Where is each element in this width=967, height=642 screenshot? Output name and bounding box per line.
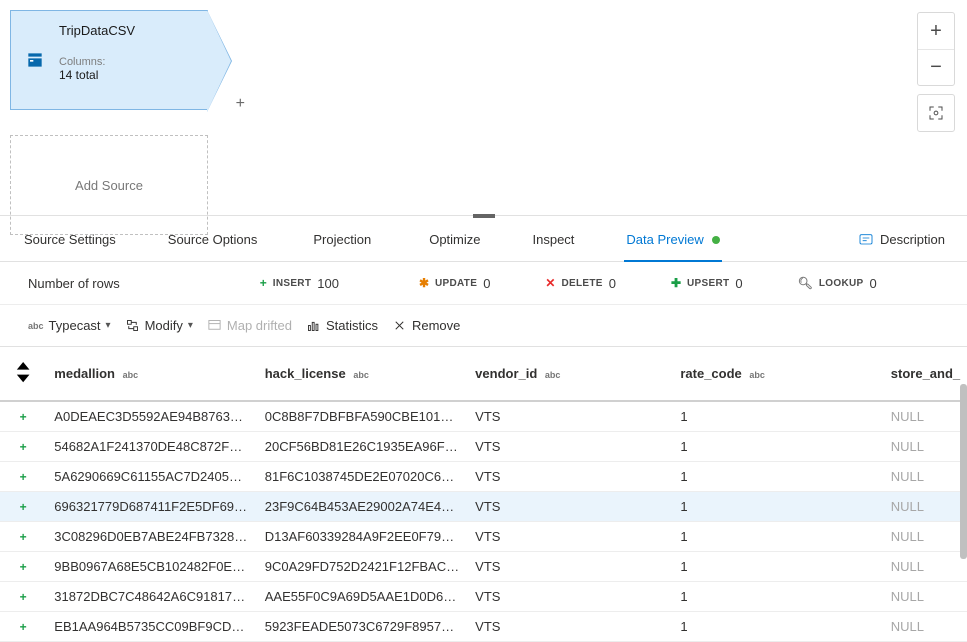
cell-medallion: 54682A1F241370DE48C872FE… [46,432,256,462]
cell-rate-code: 1 [672,432,882,462]
cell-hack-license: 0C8B8F7DBFBFA590CBE10177… [257,401,467,432]
tab-optimize[interactable]: Optimize [427,218,482,261]
stat-delete: ✕ DELETE 0 [545,276,616,291]
source-node[interactable]: TripDataCSV Columns: 14 total + [10,10,208,110]
table-row[interactable]: +696321779D687411F2E5DF69…23F9C64B453AE2… [0,492,967,522]
cell-medallion: 5A6290669C61155AC7D2405… [46,462,256,492]
statistics-button[interactable]: Statistics [306,318,378,333]
insert-icon: + [20,410,27,424]
insert-icon: + [20,500,27,514]
cell-hack-license: D13AF60339284A9F2EE0F791… [257,522,467,552]
cell-rate-code: 1 [672,401,882,432]
tab-inspect[interactable]: Inspect [531,218,577,261]
insert-icon: + [20,560,27,574]
cell-vendor-id: VTS [467,492,672,522]
table-row[interactable]: + EB1AA964B5735CC09BF9CD4…5923FEADE5073C6… [0,612,967,642]
cell-vendor-id: VTS [467,401,672,432]
cell-rate-code: 1 [672,492,882,522]
cell-store: NULL [883,522,967,552]
cell-rate-code: 1 [672,612,882,642]
cell-store: NULL [883,492,967,522]
preview-toolbar: abc Typecast ▾ Modify ▾ Map drifted Stat… [0,304,967,346]
live-indicator-icon [712,236,720,244]
source-icon [11,11,59,109]
zoom-in-button[interactable]: + [918,13,954,49]
cell-store: NULL [883,612,967,642]
col-medallion[interactable]: medallion abc [46,347,256,401]
tab-projection[interactable]: Projection [311,218,373,261]
cell-store: NULL [883,401,967,432]
scrollbar-thumb[interactable] [960,384,967,559]
col-vendor-id[interactable]: vendor_id abc [467,347,672,401]
cell-hack-license: 81F6C1038745DE2E07020C64… [257,462,467,492]
table-row[interactable]: +31872DBC7C48642A6C91817…AAE55F0C9A69D5A… [0,582,967,612]
bottom-panel: Source SettingsSource OptionsProjectionO… [0,215,967,642]
tab-data-preview[interactable]: Data Preview [624,218,721,261]
insert-icon: + [20,590,27,604]
node-title: TripDataCSV [59,23,135,38]
cell-medallion: 31872DBC7C48642A6C91817… [46,582,256,612]
modify-button[interactable]: Modify ▾ [125,318,193,333]
cell-rate-code: 1 [672,522,882,552]
cell-vendor-id: VTS [467,522,672,552]
cell-vendor-id: VTS [467,432,672,462]
stats-row: Number of rows + INSERT 100 ✱ UPDATE 0 ✕… [0,262,967,304]
cell-store: NULL [883,462,967,492]
remove-button[interactable]: Remove [392,318,460,333]
cell-medallion: A0DEAEC3D5592AE94B87635… [46,401,256,432]
insert-icon: + [20,620,27,634]
cell-hack-license: 5923FEADE5073C6729F8957E… [257,612,467,642]
cell-hack-license: 20CF56BD81E26C1935EA96F9… [257,432,467,462]
cell-medallion: 9BB0967A68E5CB102482F0E1… [46,552,256,582]
cell-store: NULL [883,552,967,582]
insert-icon: + [20,470,27,484]
typecast-button[interactable]: abc Typecast ▾ [28,318,111,333]
cell-vendor-id: VTS [467,612,672,642]
add-step-button[interactable]: + [236,95,245,113]
fit-to-screen-button[interactable] [918,95,954,131]
insert-icon: + [20,440,27,454]
cell-rate-code: 1 [672,582,882,612]
rows-label: Number of rows [28,276,120,291]
stat-lookup: 🔍︎ LOOKUP 0 [798,276,877,291]
table-row[interactable]: +5A6290669C61155AC7D2405…81F6C1038745DE2… [0,462,967,492]
add-source-button[interactable]: Add Source [10,135,208,235]
stat-upsert: ✚ UPSERT 0 [671,276,743,291]
cell-hack-license: 23F9C64B453AE29002A74E46… [257,492,467,522]
table-row[interactable]: +3C08296D0EB7ABE24FB7328…D13AF60339284A9… [0,522,967,552]
col-store-and-fwd[interactable]: store_and_ [883,347,967,401]
stat-insert: + INSERT 100 [260,276,339,291]
table-row[interactable]: +9BB0967A68E5CB102482F0E1…9C0A29FD752D24… [0,552,967,582]
canvas[interactable]: TripDataCSV Columns: 14 total + Add Sour… [0,0,967,215]
cell-hack-license: AAE55F0C9A69D5AAE1D0D6F… [257,582,467,612]
cell-vendor-id: VTS [467,462,672,492]
cell-store: NULL [883,582,967,612]
stat-update: ✱ UPDATE 0 [419,276,490,291]
node-columns-value: 14 total [59,68,135,82]
col-hack-license[interactable]: hack_license abc [257,347,467,401]
add-source-label: Add Source [75,178,143,193]
cell-vendor-id: VTS [467,582,672,612]
cell-medallion: 3C08296D0EB7ABE24FB7328… [46,522,256,552]
cell-hack-license: 9C0A29FD752D2421F12FBAC… [257,552,467,582]
data-table: medallion abc hack_license abc vendor_id… [0,347,967,642]
description-label: Description [880,232,945,247]
zoom-out-button[interactable]: − [918,49,954,85]
col-rate-code[interactable]: rate_code abc [672,347,882,401]
col-sort[interactable] [0,347,46,401]
cell-medallion: EB1AA964B5735CC09BF9CD4… [46,612,256,642]
cell-vendor-id: VTS [467,552,672,582]
cell-store: NULL [883,432,967,462]
description-button[interactable]: Description [858,232,945,248]
cell-medallion: 696321779D687411F2E5DF69… [46,492,256,522]
insert-icon: + [20,530,27,544]
map-drifted-button: Map drifted [207,318,292,333]
data-table-wrap[interactable]: medallion abc hack_license abc vendor_id… [0,346,967,642]
cell-rate-code: 1 [672,462,882,492]
table-row[interactable]: + A0DEAEC3D5592AE94B87635…0C8B8F7DBFBFA59… [0,401,967,432]
table-row[interactable]: +54682A1F241370DE48C872FE…20CF56BD81E26C… [0,432,967,462]
cell-rate-code: 1 [672,552,882,582]
node-columns-label: Columns: [59,56,135,68]
